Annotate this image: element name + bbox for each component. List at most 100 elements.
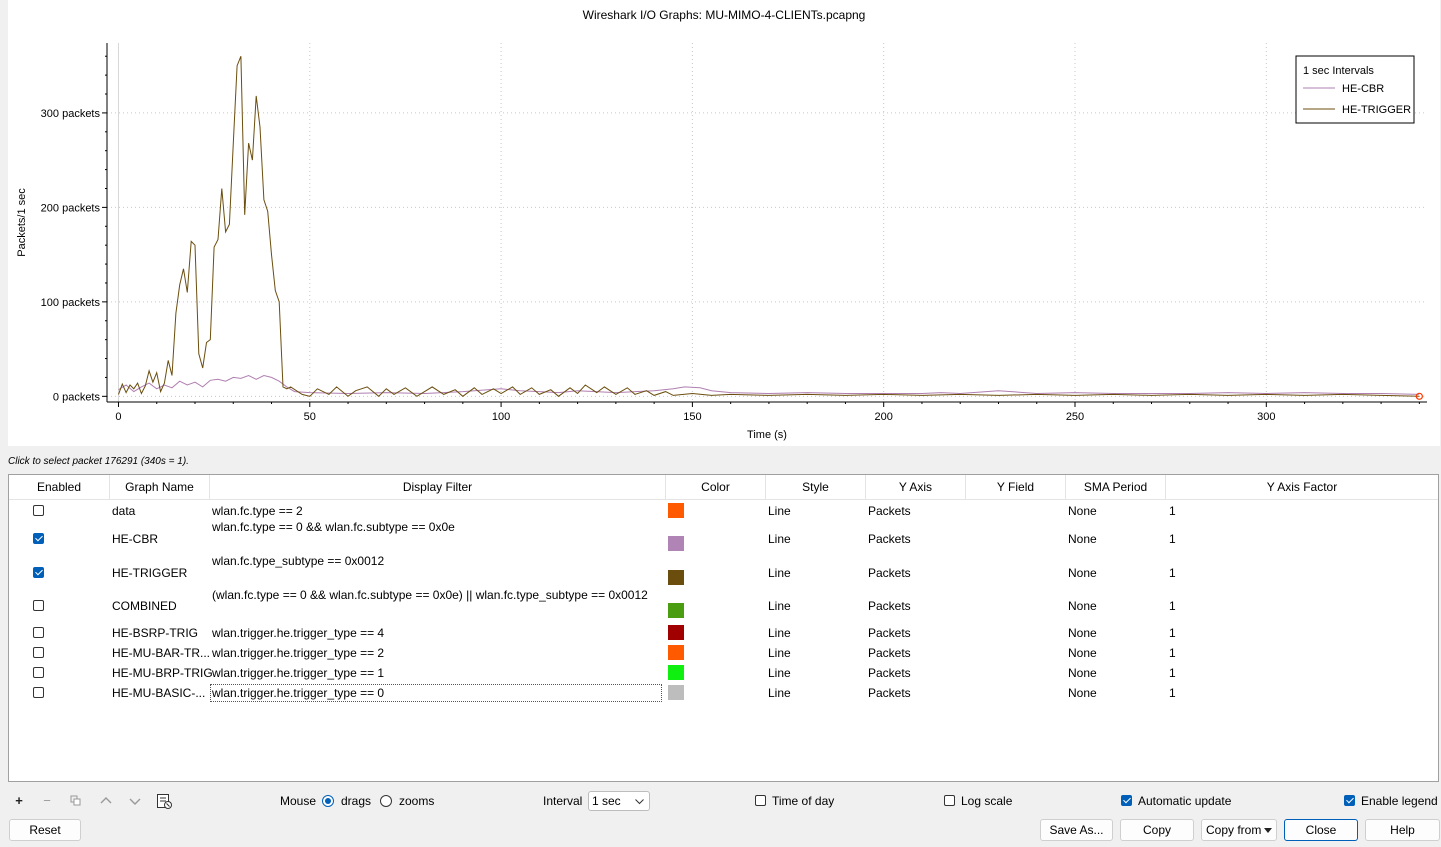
time-of-day-label[interactable]: Time of day — [772, 794, 834, 808]
graph-y-factor-cell[interactable]: 1 — [1169, 686, 1176, 700]
graph-y-axis-cell[interactable]: Packets — [868, 599, 911, 613]
io-graph-plot[interactable]: Wireshark I/O Graphs: MU-MIMO-4-CLIENTs.… — [8, 0, 1440, 446]
graph-y-factor-cell[interactable]: 1 — [1169, 626, 1176, 640]
automatic-update-label[interactable]: Automatic update — [1138, 794, 1231, 808]
graph-y-factor-cell[interactable]: 1 — [1169, 599, 1176, 613]
graph-y-axis-cell[interactable]: Packets — [868, 666, 911, 680]
graph-name-cell[interactable]: data — [112, 504, 135, 518]
enable-legend-checkbox[interactable] — [1344, 795, 1355, 806]
graph-enabled-checkbox[interactable] — [33, 505, 44, 516]
graph-y-factor-cell[interactable]: 1 — [1169, 646, 1176, 660]
col-sma-period-header[interactable]: SMA Period — [1066, 475, 1166, 500]
graph-y-axis-cell[interactable]: Packets — [868, 566, 911, 580]
graph-enabled-checkbox[interactable] — [33, 687, 44, 698]
graph-color-swatch[interactable] — [668, 603, 684, 618]
graph-name-cell[interactable]: HE-MU-BASIC-... — [112, 686, 205, 700]
graph-enabled-checkbox[interactable] — [33, 567, 44, 578]
save-as-button[interactable]: Save As... — [1040, 819, 1113, 841]
display-filter-cell[interactable]: wlan.trigger.he.trigger_type == 4 — [212, 626, 384, 640]
graph-color-swatch[interactable] — [668, 536, 684, 551]
move-down-button[interactable] — [125, 791, 145, 811]
graph-name-cell[interactable]: HE-MU-BAR-TR... — [112, 646, 210, 660]
graph-color-swatch[interactable] — [668, 503, 684, 518]
mouse-zooms-radio[interactable] — [380, 795, 392, 807]
col-color-header[interactable]: Color — [666, 475, 766, 500]
clear-graphs-button[interactable] — [154, 791, 174, 811]
graph-sma-cell[interactable]: None — [1068, 646, 1097, 660]
display-filter-cell[interactable]: wlan.trigger.he.trigger_type == 1 — [212, 666, 384, 680]
display-filter-cell[interactable]: wlan.trigger.he.trigger_type == 0 — [210, 684, 662, 702]
graph-style-cell[interactable]: Line — [768, 666, 791, 680]
graph-color-swatch[interactable] — [668, 645, 684, 660]
display-filter-cell[interactable]: wlan.trigger.he.trigger_type == 2 — [212, 646, 384, 660]
display-filter-cell[interactable]: wlan.fc.type == 2 — [212, 504, 303, 518]
col-display-filter-header[interactable]: Display Filter — [210, 475, 666, 500]
graph-enabled-checkbox[interactable] — [33, 667, 44, 678]
display-filter-cell[interactable]: wlan.fc.type == 0 && wlan.fc.subtype == … — [212, 520, 455, 534]
graph-enabled-checkbox[interactable] — [33, 627, 44, 638]
mouse-drags-radio[interactable] — [322, 795, 334, 807]
move-up-button[interactable] — [96, 791, 116, 811]
help-button[interactable]: Help — [1365, 819, 1440, 841]
copy-graph-button[interactable] — [66, 791, 86, 811]
graph-sma-cell[interactable]: None — [1068, 504, 1097, 518]
col-y-axis-factor-header[interactable]: Y Axis Factor — [1166, 475, 1438, 500]
graph-y-axis-cell[interactable]: Packets — [868, 532, 911, 546]
graph-y-factor-cell[interactable]: 1 — [1169, 532, 1176, 546]
graph-style-cell[interactable]: Line — [768, 686, 791, 700]
graph-table[interactable]: Enabled Graph Name Display Filter Color … — [8, 474, 1439, 782]
graph-color-swatch[interactable] — [668, 665, 684, 680]
add-graph-button[interactable]: + — [9, 791, 29, 811]
zooms-label[interactable]: zooms — [399, 794, 434, 808]
graph-enabled-checkbox[interactable] — [33, 647, 44, 658]
graph-y-axis-cell[interactable]: Packets — [868, 646, 911, 660]
log-scale-label[interactable]: Log scale — [961, 794, 1012, 808]
graph-sma-cell[interactable]: None — [1068, 666, 1097, 680]
io-graph-canvas[interactable]: Wireshark I/O Graphs: MU-MIMO-4-CLIENTs.… — [8, 0, 1440, 446]
graph-style-cell[interactable]: Line — [768, 646, 791, 660]
graph-enabled-checkbox[interactable] — [33, 533, 44, 544]
graph-color-swatch[interactable] — [668, 625, 684, 640]
graph-style-cell[interactable]: Line — [768, 599, 791, 613]
time-of-day-checkbox[interactable] — [755, 795, 766, 806]
log-scale-checkbox[interactable] — [944, 795, 955, 806]
remove-graph-button[interactable]: − — [37, 791, 57, 811]
graph-name-cell[interactable]: COMBINED — [112, 599, 177, 613]
graph-name-cell[interactable]: HE-TRIGGER — [112, 566, 187, 580]
copy-button[interactable]: Copy — [1120, 819, 1194, 841]
graph-y-factor-cell[interactable]: 1 — [1169, 504, 1176, 518]
display-filter-cell[interactable]: wlan.fc.type_subtype == 0x0012 — [212, 554, 384, 568]
graph-y-factor-cell[interactable]: 1 — [1169, 666, 1176, 680]
graph-style-cell[interactable]: Line — [768, 504, 791, 518]
copy-from-button[interactable]: Copy from — [1201, 819, 1277, 841]
graph-enabled-checkbox[interactable] — [33, 600, 44, 611]
graph-sma-cell[interactable]: None — [1068, 599, 1097, 613]
graph-style-cell[interactable]: Line — [768, 626, 791, 640]
graph-y-axis-cell[interactable]: Packets — [868, 626, 911, 640]
graph-color-swatch[interactable] — [668, 685, 684, 700]
enable-legend-label[interactable]: Enable legend — [1361, 794, 1438, 808]
graph-name-cell[interactable]: HE-CBR — [112, 532, 158, 546]
col-y-field-header[interactable]: Y Field — [966, 475, 1066, 500]
col-enabled-header[interactable]: Enabled — [9, 475, 110, 500]
graph-sma-cell[interactable]: None — [1068, 626, 1097, 640]
graph-name-cell[interactable]: HE-MU-BRP-TRIG — [112, 666, 213, 680]
col-y-axis-header[interactable]: Y Axis — [866, 475, 966, 500]
drags-label[interactable]: drags — [341, 794, 371, 808]
graph-y-axis-cell[interactable]: Packets — [868, 504, 911, 518]
automatic-update-checkbox[interactable] — [1121, 795, 1132, 806]
graph-y-axis-cell[interactable]: Packets — [868, 686, 911, 700]
graph-color-swatch[interactable] — [668, 570, 684, 585]
graph-y-factor-cell[interactable]: 1 — [1169, 566, 1176, 580]
graph-sma-cell[interactable]: None — [1068, 532, 1097, 546]
col-style-header[interactable]: Style — [766, 475, 866, 500]
display-filter-cell[interactable]: (wlan.fc.type == 0 && wlan.fc.subtype ==… — [212, 588, 648, 602]
close-button[interactable]: Close — [1284, 819, 1358, 841]
graph-sma-cell[interactable]: None — [1068, 686, 1097, 700]
graph-sma-cell[interactable]: None — [1068, 566, 1097, 580]
graph-style-cell[interactable]: Line — [768, 532, 791, 546]
reset-button[interactable]: Reset — [9, 819, 81, 841]
graph-name-cell[interactable]: HE-BSRP-TRIG — [112, 626, 198, 640]
interval-select[interactable]: 1 sec — [588, 791, 650, 811]
graph-style-cell[interactable]: Line — [768, 566, 791, 580]
